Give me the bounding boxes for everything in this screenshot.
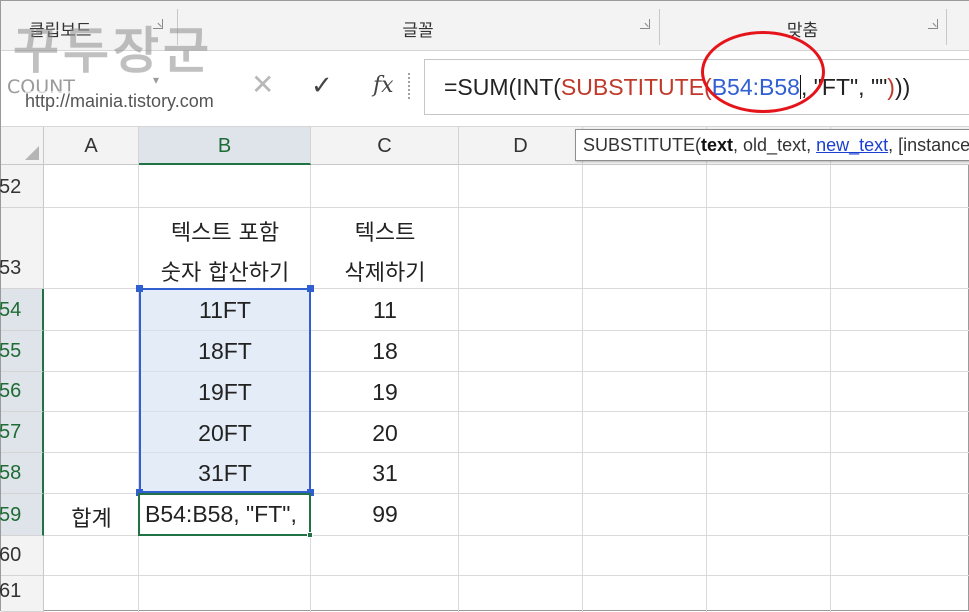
column-header-a[interactable]: A <box>44 127 139 165</box>
cell-b57[interactable]: 20FT <box>139 420 311 447</box>
select-all-button[interactable] <box>1 127 44 165</box>
cell-b58[interactable]: 31FT <box>139 460 311 487</box>
column-header-d[interactable]: D <box>459 127 583 165</box>
cell-text-line: 텍스트 <box>354 221 416 246</box>
cell-c53[interactable]: 텍스트 삭제하기 <box>311 214 459 294</box>
dialog-launcher-icon[interactable] <box>640 19 650 29</box>
function-argument-tooltip: SUBSTITUTE(text, old_text, new_text, [in… <box>575 129 969 161</box>
ribbon-separator <box>946 9 947 45</box>
cell-b55[interactable]: 18FT <box>139 338 311 365</box>
row-number: 55 <box>0 340 22 362</box>
gridline <box>706 165 707 612</box>
row-header-56[interactable]: 56 <box>0 372 44 412</box>
ribbon-group-font[interactable]: 글꼴 <box>178 1 658 51</box>
tooltip-arg-new-text[interactable]: new_text <box>816 135 888 155</box>
fill-handle[interactable] <box>307 532 313 538</box>
row-header-53[interactable]: 53 <box>0 208 44 289</box>
watermark-url: http://mainia.tistory.com <box>25 91 214 112</box>
gridline <box>44 575 969 576</box>
row-header-52[interactable]: 52 <box>0 165 44 208</box>
formula-bar-splitter[interactable] <box>408 73 412 99</box>
column-header-c[interactable]: C <box>311 127 459 165</box>
row-number: 57 <box>0 421 22 443</box>
row-number: 54 <box>0 299 22 321</box>
cell-text-line: 텍스트 포함 <box>170 221 280 246</box>
cell-c54[interactable]: 11 <box>311 297 459 324</box>
gridline <box>44 207 969 208</box>
cell-c57[interactable]: 20 <box>311 420 459 447</box>
formula-input[interactable]: =SUM(INT(SUBSTITUTE(B54:B58, "FT", ""))) <box>424 59 969 115</box>
cell-c59[interactable]: 99 <box>311 501 459 528</box>
tooltip-arg-text[interactable]: text <box>701 135 733 155</box>
formula-bar-buttons: ✕ ✓ fx <box>233 61 423 113</box>
cell-b56[interactable]: 19FT <box>139 379 311 406</box>
tooltip-arg-old-text: , old_text, <box>733 135 817 155</box>
formula-part: )) <box>894 74 911 100</box>
row-number: 52 <box>0 176 22 198</box>
formula-part: =SUM(INT( <box>444 74 561 100</box>
insert-function-icon[interactable]: fx <box>373 73 394 98</box>
tooltip-function-name[interactable]: SUBSTITUTE( <box>583 135 701 155</box>
row-header-61[interactable]: 61 <box>0 576 44 612</box>
annotation-circle <box>701 31 825 113</box>
cell-c55[interactable]: 18 <box>311 338 459 365</box>
row-header-59[interactable]: 59 <box>0 494 44 536</box>
tooltip-arg-rest: , [instance_num]) <box>888 135 969 155</box>
cell-b53[interactable]: 텍스트 포함 숫자 합산하기 <box>139 214 311 294</box>
row-number: 58 <box>0 462 22 484</box>
formula-function-substitute: SUBSTITUTE( <box>560 74 712 100</box>
row-header-55[interactable]: 55 <box>0 331 44 372</box>
ribbon-group-label: 글꼴 <box>402 21 434 41</box>
row-number: 60 <box>0 544 22 566</box>
row-number: 61 <box>0 580 22 602</box>
row-header-58[interactable]: 58 <box>0 453 44 494</box>
row-number: 56 <box>0 380 22 402</box>
column-header-b[interactable]: B <box>139 127 311 165</box>
row-header-57[interactable]: 57 <box>0 412 44 453</box>
ribbon-group-label: 맞춤 <box>786 21 819 41</box>
gridline <box>830 165 831 612</box>
row-number: 59 <box>0 504 22 526</box>
gridline <box>582 165 583 612</box>
row-header-60[interactable]: 60 <box>0 536 44 576</box>
excel-window: 클립보드 글꼴 맞춤 COUNT ▾ ✕ ✓ fx =SUM(INT(SUBST… <box>0 0 969 612</box>
formula-part: ) <box>887 74 895 100</box>
close-icon[interactable]: ✕ <box>251 71 274 99</box>
cell-c58[interactable]: 31 <box>311 460 459 487</box>
cell-a59[interactable]: 합계 <box>44 501 139 533</box>
row-header-54[interactable]: 54 <box>0 289 44 331</box>
watermark-logo: 꾸두장군 <box>13 21 213 80</box>
check-icon[interactable]: ✓ <box>311 73 333 99</box>
dialog-launcher-icon[interactable] <box>928 19 938 29</box>
cell-text-line: 삭제하기 <box>344 261 426 286</box>
cell-b54[interactable]: 11FT <box>139 297 311 324</box>
cell-c56[interactable]: 19 <box>311 379 459 406</box>
row-number: 53 <box>0 257 22 279</box>
cell-text-line: 숫자 합산하기 <box>160 261 290 286</box>
cell-b59-edit-text[interactable]: B54:B58, "FT", <box>141 501 311 528</box>
